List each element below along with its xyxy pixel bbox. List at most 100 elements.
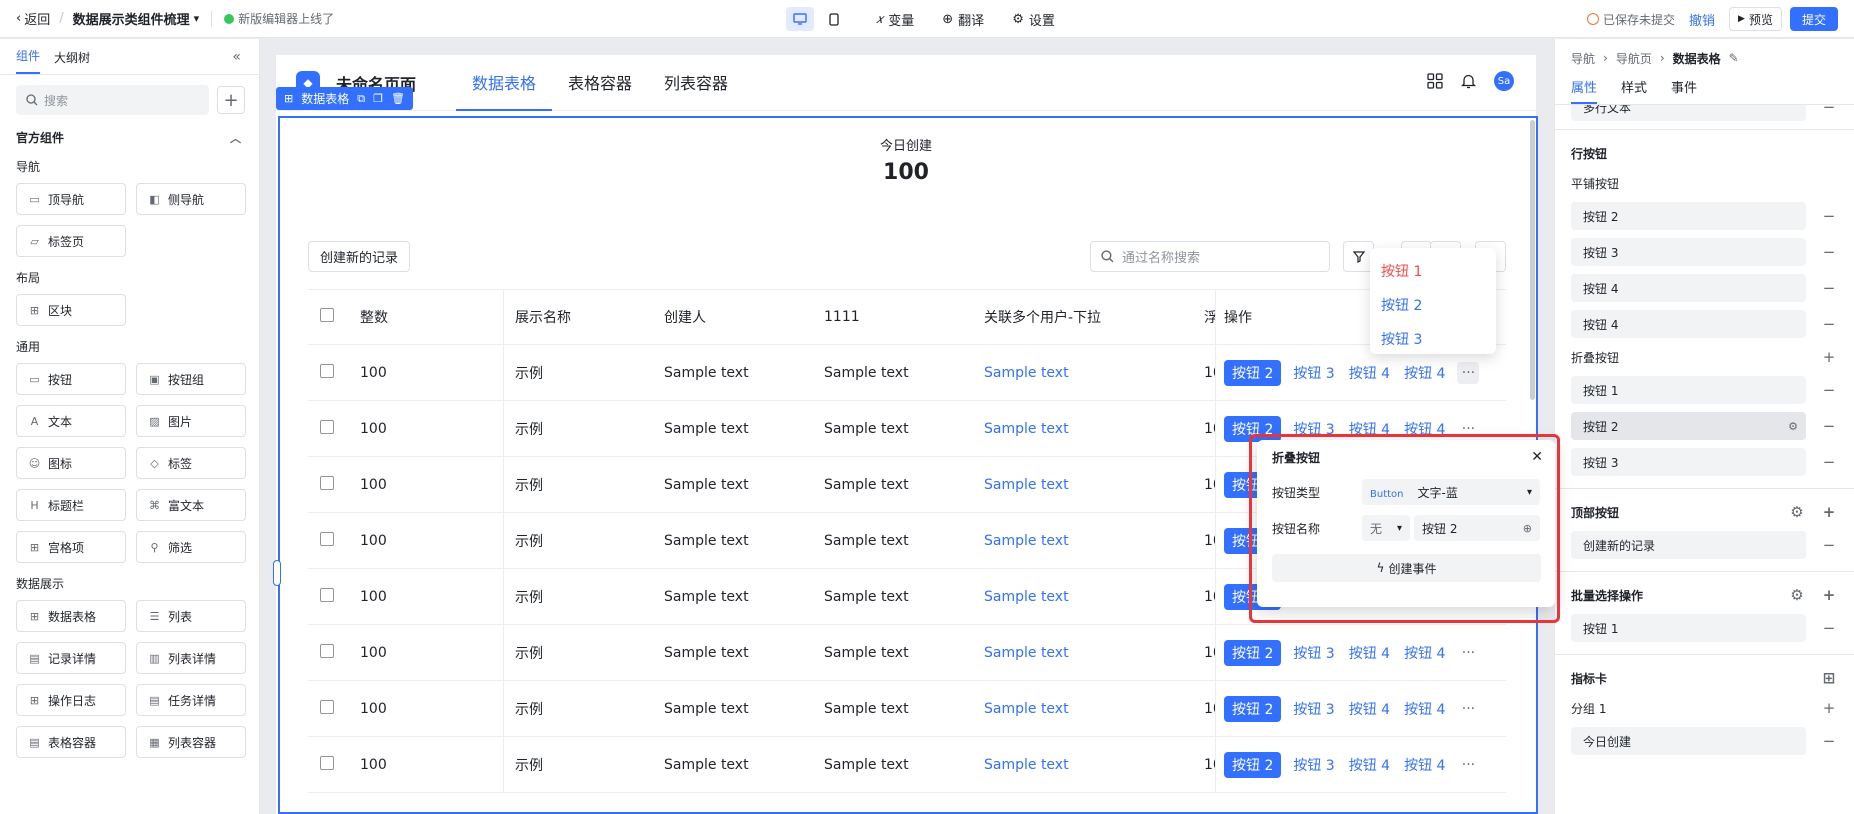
remove-icon[interactable]: − xyxy=(1822,619,1836,637)
table-row[interactable]: 100示例Sample textSample textSample text10… xyxy=(308,625,1506,681)
row-checkbox[interactable] xyxy=(320,587,334,602)
name-prefix-select[interactable]: 无 ▾ xyxy=(1362,515,1410,541)
row-checkbox[interactable] xyxy=(320,419,334,434)
row-action-button[interactable]: 按钮 3 xyxy=(1291,416,1336,442)
add-component-button[interactable]: + xyxy=(217,86,245,114)
remove-icon[interactable]: − xyxy=(1822,381,1836,399)
close-icon[interactable]: ✕ xyxy=(1531,449,1543,465)
row-action-button[interactable]: 按钮 2 xyxy=(1224,639,1282,666)
edit-icon[interactable]: ✎ xyxy=(1729,51,1739,65)
row-action-button[interactable]: 按钮 4 xyxy=(1347,360,1392,386)
more-icon[interactable]: ··· xyxy=(1457,698,1479,720)
row-action-button[interactable]: 按钮 4 xyxy=(1402,752,1447,778)
language-icon[interactable]: ⊕ xyxy=(1523,522,1532,535)
remove-icon[interactable]: − xyxy=(1822,279,1836,297)
remove-icon[interactable]: − xyxy=(1822,207,1836,225)
dropdown-item-1[interactable]: 按钮 1 xyxy=(1370,254,1496,288)
selected-component-tag[interactable]: ⊞ 数据表格 ⧉ ❐ 🗑 xyxy=(276,87,413,110)
component-item[interactable]: ▤ 记录详情 xyxy=(16,642,126,674)
remove-icon[interactable]: − xyxy=(1822,417,1836,435)
copy-icon[interactable]: ⧉ xyxy=(357,92,365,106)
row-action-button[interactable]: 按钮 2 xyxy=(1224,695,1282,722)
row-action-button[interactable]: 按钮 4 xyxy=(1347,416,1392,442)
component-item[interactable]: ⌘ 富文本 xyxy=(136,489,246,521)
component-item[interactable]: ▨ 图片 xyxy=(136,405,246,437)
remove-icon[interactable]: − xyxy=(1822,453,1836,471)
more-icon[interactable]: ··· xyxy=(1457,754,1479,776)
button-name-input[interactable]: 按钮 2 ⊕ xyxy=(1414,515,1540,541)
resize-handle[interactable] xyxy=(273,560,281,586)
component-search-input[interactable]: 搜索 xyxy=(16,85,209,115)
row-action-button[interactable]: 按钮 4 xyxy=(1402,416,1447,442)
cell-users[interactable]: Sample text xyxy=(984,477,1204,493)
tab-components[interactable]: 组件 xyxy=(16,47,41,74)
gear-icon[interactable]: ⚙ xyxy=(1790,503,1804,521)
row-action-button[interactable]: 按钮 4 xyxy=(1402,360,1447,386)
remove-icon[interactable]: − xyxy=(1822,732,1836,750)
component-item[interactable]: ▤ 任务详情 xyxy=(136,684,246,716)
back-button[interactable]: ‹ 返回 xyxy=(16,9,50,28)
canvas-scrollbar[interactable] xyxy=(1530,120,1535,400)
create-record-button[interactable]: 创建新的记录 xyxy=(308,241,411,272)
component-item[interactable]: H 标题栏 xyxy=(16,489,126,521)
component-item[interactable]: ⊞ 宫格项 xyxy=(16,531,126,563)
submit-button[interactable]: 提交 xyxy=(1789,7,1838,31)
official-components-header[interactable]: 官方组件 ︿ xyxy=(16,129,241,146)
row-checkbox[interactable] xyxy=(320,363,334,378)
add-icon[interactable]: + xyxy=(1822,503,1836,521)
add-icon[interactable]: + xyxy=(1822,348,1836,366)
row-action-button[interactable]: 按钮 2 xyxy=(1224,751,1282,778)
remove-icon[interactable]: − xyxy=(1822,243,1836,261)
cell-users[interactable]: Sample text xyxy=(984,533,1204,549)
create-event-button[interactable]: ϟ 创建事件 xyxy=(1272,554,1541,582)
dropdown-item-3[interactable]: 按钮 3 xyxy=(1370,322,1496,356)
row-action-button[interactable]: 按钮 2 xyxy=(1224,415,1282,442)
component-item[interactable]: ▤ 表格容器 xyxy=(16,726,126,758)
remove-icon[interactable]: − xyxy=(1822,315,1836,333)
component-item[interactable]: ▱ 标签页 xyxy=(16,225,126,257)
row-checkbox[interactable] xyxy=(320,643,334,658)
chevron-down-icon[interactable]: ▾ xyxy=(194,12,200,25)
component-item[interactable]: ▥ 列表详情 xyxy=(136,642,246,674)
add-group-icon[interactable]: ⊞ xyxy=(1822,669,1836,687)
cell-users[interactable]: Sample text xyxy=(984,645,1204,661)
avatar[interactable]: Sa xyxy=(1494,71,1514,91)
config-item-pill[interactable]: 按钮 3 xyxy=(1571,238,1806,266)
config-item-pill[interactable]: 今日创建 xyxy=(1571,727,1806,755)
row-action-button[interactable]: 按钮 4 xyxy=(1402,696,1447,722)
row-action-button[interactable]: 按钮 2 xyxy=(1224,359,1282,386)
config-item-pill[interactable]: 按钮 4 xyxy=(1571,310,1806,338)
dropdown-item-2[interactable]: 按钮 2 xyxy=(1370,288,1496,322)
component-item[interactable]: ⊞ 数据表格 xyxy=(16,600,126,632)
add-icon[interactable]: + xyxy=(1822,586,1836,604)
tab-properties[interactable]: 属性 xyxy=(1571,77,1598,104)
settings-tool[interactable]: ⚙ 设置 xyxy=(1012,10,1055,29)
remove-icon[interactable]: − xyxy=(1822,105,1836,116)
tab-events[interactable]: 事件 xyxy=(1671,77,1697,104)
component-item[interactable]: ◇ 标签 xyxy=(136,447,246,479)
tab-styles[interactable]: 样式 xyxy=(1621,77,1647,104)
crumb-nav[interactable]: 导航 xyxy=(1571,50,1595,67)
config-item-pill[interactable]: 按钮 4 xyxy=(1571,274,1806,302)
select-all-checkbox[interactable] xyxy=(320,308,334,322)
more-icon[interactable]: ··· xyxy=(1457,361,1480,384)
cell-users[interactable]: Sample text xyxy=(984,365,1204,381)
cell-users[interactable]: Sample text xyxy=(984,701,1204,717)
row-action-button[interactable]: 按钮 3 xyxy=(1291,752,1336,778)
duplicate-icon[interactable]: ❐ xyxy=(373,92,383,105)
header-1111[interactable]: 1111 xyxy=(824,309,984,325)
component-item[interactable]: ☺ 图标 xyxy=(16,447,126,479)
row-action-button[interactable]: 按钮 4 xyxy=(1347,640,1392,666)
config-item-pill[interactable]: 按钮 2 ⚙ xyxy=(1571,412,1806,440)
remove-icon[interactable]: − xyxy=(1822,536,1836,554)
table-row[interactable]: 100示例Sample textSample textSample text10… xyxy=(308,345,1506,401)
nav-tab-table-container[interactable]: 表格容器 xyxy=(552,55,648,111)
component-item[interactable]: ▭ 按钮 xyxy=(16,363,126,395)
cell-users[interactable]: Sample text xyxy=(984,589,1204,605)
cell-users[interactable]: Sample text xyxy=(984,757,1204,773)
variable-tool[interactable]: 𝑥 变量 xyxy=(876,10,914,29)
undo-button[interactable]: 撤销 xyxy=(1689,10,1715,29)
tab-outline[interactable]: 大纲树 xyxy=(54,49,90,74)
project-title[interactable]: 数据展示类组件梳理 xyxy=(73,9,190,28)
header-creator[interactable]: 创建人 xyxy=(664,307,824,327)
